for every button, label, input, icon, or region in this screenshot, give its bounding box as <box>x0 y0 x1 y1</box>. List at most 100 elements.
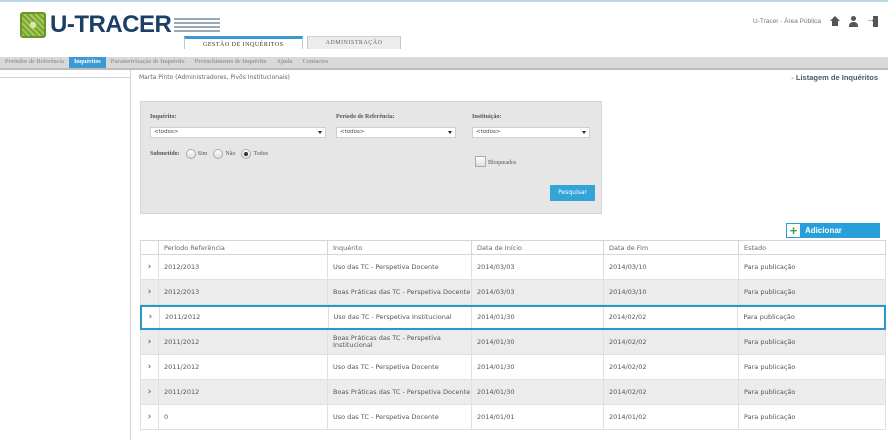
cell-data-inicio: 2014/01/01 <box>472 405 604 429</box>
main-tabs: GESTÃO DE INQUÉRITOS ADMINISTRAÇÃO <box>184 36 405 49</box>
header-data-inicio[interactable]: Data de Início <box>472 241 604 254</box>
cell-periodo: 2011/2012 <box>159 380 328 404</box>
radio-todos[interactable] <box>241 149 252 159</box>
table-row[interactable]: › 2011/2012 Uso das TC - Perspetiva Instit… <box>140 305 886 330</box>
header-data-fim[interactable]: Data de Fim <box>604 241 739 254</box>
chevron-down-icon <box>318 131 322 134</box>
radio-nao-label: Não <box>225 151 236 157</box>
cell-inquerito: Uso das TC - Perspetiva Institucional <box>329 307 473 328</box>
header-periodo[interactable]: Período Referência <box>159 241 328 254</box>
top-links: U-Tracer - Área Pública <box>753 14 878 27</box>
cell-estado: Para publicação <box>744 412 796 421</box>
table-body: › 2012/2013 Uso das TC - Perspetiva Docent… <box>140 255 886 430</box>
table-header: Período Referência Inquérito Data de Iní… <box>140 240 886 255</box>
sub-navigation: Períodos de Referência Inquéritos Parame… <box>0 57 888 68</box>
cell-inquerito: Uso das TC - Perspetiva Docente <box>328 255 472 279</box>
cell-data-fim: 2014/03/10 <box>604 280 739 304</box>
top-bar: U-TRACER U-Tracer - Área Pública GESTÃO … <box>0 0 888 49</box>
cell-data-fim: 2014/02/02 <box>604 380 739 404</box>
radio-sim[interactable] <box>185 149 196 159</box>
table-row[interactable]: › 2011/2012 Uso das TC - Perspetiva Docent… <box>140 355 886 380</box>
tab-administracao[interactable]: ADMINISTRAÇÃO <box>306 36 402 49</box>
logout-icon[interactable] <box>866 14 878 27</box>
instituicao-label: Instituição: <box>472 114 502 120</box>
subnav-preenchimento[interactable]: Preenchimento de Inquérito <box>190 57 272 68</box>
table-row[interactable]: › 2011/2012 Boas Práticas das TC - Perspet… <box>140 330 886 355</box>
cell-estado: Para publicação <box>743 313 795 321</box>
chevron-right-icon[interactable]: › <box>141 380 159 404</box>
inquerito-label: Inquérito: <box>150 114 177 120</box>
radio-nao[interactable] <box>213 149 224 159</box>
tab-gestao-inqueritos[interactable]: GESTÃO DE INQUÉRITOS <box>184 36 303 49</box>
home-icon[interactable] <box>829 16 840 27</box>
chevron-down-icon <box>582 131 586 134</box>
chevron-right-icon[interactable]: › <box>141 405 159 429</box>
table-row[interactable]: › 2011/2012 Boas Práticas das TC - Perspet… <box>140 380 886 405</box>
cell-inquerito: Uso das TC - Perspetiva Docente <box>328 405 472 429</box>
left-panel <box>0 70 131 440</box>
cell-inquerito: Uso das TC - Perspetiva Docente <box>328 355 472 379</box>
chevron-right-icon[interactable]: › <box>141 330 159 354</box>
cell-periodo: 0 <box>159 405 328 429</box>
cell-periodo: 2011/2012 <box>160 307 329 328</box>
cell-data-fim: 2014/01/02 <box>604 405 739 429</box>
plus-icon: + <box>786 223 801 238</box>
header-inquerito[interactable]: Inquérito <box>328 241 472 254</box>
radio-sim-label: Sim <box>197 151 208 157</box>
cell-estado: Para publicação <box>744 287 796 296</box>
cell-inquerito: Boas Práticas das TC - Perspetiva Docent… <box>328 280 472 304</box>
cell-data-fim: 2014/02/02 <box>604 307 739 328</box>
chevron-right-icon[interactable]: › <box>142 307 160 328</box>
cell-inquerito: Boas Práticas das TC - Perspetiva Docent… <box>328 380 472 404</box>
cell-data-inicio: 2014/03/03 <box>472 255 604 279</box>
cell-data-inicio: 2014/01/30 <box>472 330 604 354</box>
cell-estado: Para publicação <box>744 337 796 346</box>
subnav-periodos[interactable]: Períodos de Referência <box>0 57 69 68</box>
cell-periodo: 2011/2012 <box>159 355 328 379</box>
chevron-right-icon[interactable]: › <box>141 355 159 379</box>
header-estado[interactable]: Estado <box>739 241 885 254</box>
utracer-logo[interactable]: U-TRACER <box>20 11 221 38</box>
chevron-right-icon[interactable]: › <box>141 255 159 279</box>
cell-periodo: 2012/2013 <box>159 255 328 279</box>
instituicao-select[interactable]: <todos> <box>472 127 590 138</box>
add-button[interactable]: + Adicionar <box>786 223 880 238</box>
periodo-select[interactable]: <todos> <box>336 127 456 138</box>
instituicao-select-value: <todos> <box>476 129 501 135</box>
user-icon[interactable] <box>848 16 859 27</box>
cell-data-inicio: 2014/03/03 <box>472 280 604 304</box>
subnav-contactos[interactable]: Contactos <box>298 57 334 68</box>
table-row[interactable]: › 2012/2013 Uso das TC - Perspetiva Docent… <box>140 255 886 280</box>
list-inqueritos-link[interactable]: - Listagem de Inquéritos <box>791 73 878 82</box>
inquerito-select[interactable]: <todos> <box>150 127 326 138</box>
cell-estado: Para publicação <box>744 262 796 271</box>
chevron-down-icon <box>448 131 452 134</box>
cell-estado: Para publicação <box>744 387 796 396</box>
subnav-inqueritos[interactable]: Inquéritos <box>68 57 106 68</box>
table-row[interactable]: › 2012/2013 Boas Práticas das TC - Perspet… <box>140 280 886 305</box>
cell-data-inicio: 2014/01/30 <box>472 307 604 328</box>
header-expand <box>141 241 159 254</box>
inquerito-select-value: <todos> <box>154 129 179 135</box>
subnav-ajuda[interactable]: Ajuda <box>272 57 298 68</box>
subnav-parametrizacao[interactable]: Parametrização de Inquérito <box>106 57 190 68</box>
submetido-label: Submetido: <box>150 151 180 157</box>
inqueritos-table: Período Referência Inquérito Data de Iní… <box>140 240 886 430</box>
cell-periodo: 2012/2013 <box>159 280 328 304</box>
table-row[interactable]: › 0 Uso das TC - Perspetiva Docente 2014/01… <box>140 405 886 430</box>
add-button-label: Adicionar <box>805 226 842 235</box>
chevron-right-icon[interactable]: › <box>141 280 159 304</box>
filter-panel: Inquérito: <todos> Período de Referência… <box>140 101 602 214</box>
search-button[interactable]: Pesquisar <box>550 185 595 201</box>
cell-estado: Para publicação <box>744 362 796 371</box>
cell-data-inicio: 2014/01/30 <box>472 380 604 404</box>
periodo-select-value: <todos> <box>340 129 365 135</box>
public-area-link[interactable]: U-Tracer - Área Pública <box>753 18 821 25</box>
subnav-divider <box>0 68 888 70</box>
bloqueados-checkbox[interactable] <box>475 156 486 167</box>
logo-subtitle-lines <box>174 16 221 34</box>
logo-text: U-TRACER <box>50 11 172 38</box>
cell-data-inicio: 2014/01/30 <box>472 355 604 379</box>
cell-data-fim: 2014/02/02 <box>604 355 739 379</box>
radio-todos-label: Todos <box>253 151 268 157</box>
